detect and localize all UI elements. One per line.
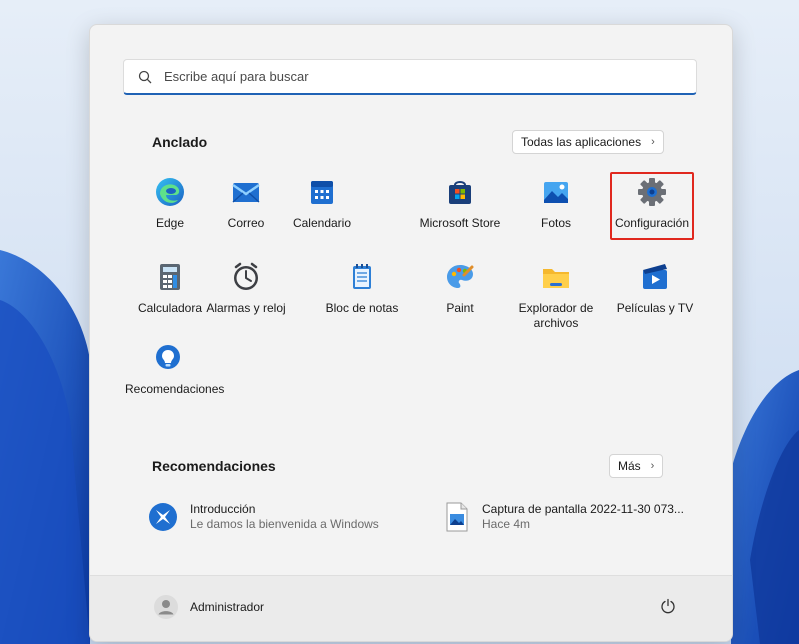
get-started-icon [149,503,177,531]
rec-subtitle: Hace 4m [482,517,531,531]
rec-title: Introducción [190,502,256,516]
app-label: Películas y TV [616,301,694,315]
app-label: Edge [155,216,185,230]
search-box[interactable] [123,59,697,95]
calendar-icon [311,181,333,204]
all-apps-button[interactable]: Todas las aplicaciones › [512,130,664,154]
app-notepad[interactable]: Bloc de notas [320,261,404,316]
app-label: Fotos [540,216,571,230]
start-menu-footer: Administrador [90,575,732,641]
chevron-right-icon: › [650,460,655,472]
chevron-right-icon: › [651,136,655,148]
rec-item-screenshot[interactable]: Captura de pantalla 2022-11-30 073... Ha… [444,502,684,532]
edge-icon [156,178,184,206]
app-microsoft-store[interactable]: Microsoft Store [411,176,509,231]
recommended-section-title: Recomendaciones [152,458,276,474]
notepad-icon [353,264,371,289]
movies-icon [643,264,667,289]
folder-icon [543,269,569,288]
app-label: Microsoft Store [419,216,501,230]
app-label: Alarmas y reloj [206,301,286,315]
app-label: Calendario [292,216,352,230]
rec-item-get-started[interactable]: Introducción Le damos la bienvenida a Wi… [148,502,379,532]
all-apps-label: Todas las aplicaciones [521,135,642,149]
app-tips[interactable]: Recomendaciones [120,342,225,397]
app-photos[interactable]: Fotos [514,176,598,231]
store-icon [449,181,471,204]
app-label: Bloc de notas [325,301,399,315]
app-edge[interactable]: Edge [128,176,212,231]
rec-subtitle: Le damos la bienvenida a Windows [190,517,379,531]
photos-icon [544,182,568,203]
start-menu: Anclado Todas las aplicaciones › Edge Co… [89,24,733,642]
image-file-icon [446,502,468,532]
app-mail[interactable]: Correo [204,176,288,231]
app-label: Paint [446,301,474,315]
app-alarms-clock[interactable]: Alarmas y reloj [197,261,295,316]
user-account-button[interactable]: Administrador [154,595,264,619]
search-icon [138,70,152,83]
app-label: Correo [227,216,265,230]
calculator-icon [160,264,180,290]
mail-icon [232,183,260,203]
app-file-explorer[interactable]: Explorador de archivos [511,261,601,331]
power-icon [661,598,675,614]
user-name: Administrador [190,600,265,614]
power-button[interactable] [660,598,676,619]
app-label: Recomendaciones [125,382,225,396]
tips-icon [156,345,180,369]
app-paint[interactable]: Paint [418,261,502,316]
app-movies-tv[interactable]: Películas y TV [610,261,700,316]
more-button[interactable]: Más › [609,454,664,478]
rec-title: Captura de pantalla 2022-11-30 073... [482,502,684,516]
highlight-box [610,172,694,240]
palette-icon [447,265,474,288]
pinned-section-title: Anclado [152,134,208,150]
app-calendar[interactable]: Calendario [280,176,364,231]
search-input[interactable] [162,68,666,85]
more-label: Más [618,459,641,473]
app-label: Explorador de archivos [518,301,594,330]
avatar-icon [154,595,178,619]
clock-icon [234,262,258,290]
